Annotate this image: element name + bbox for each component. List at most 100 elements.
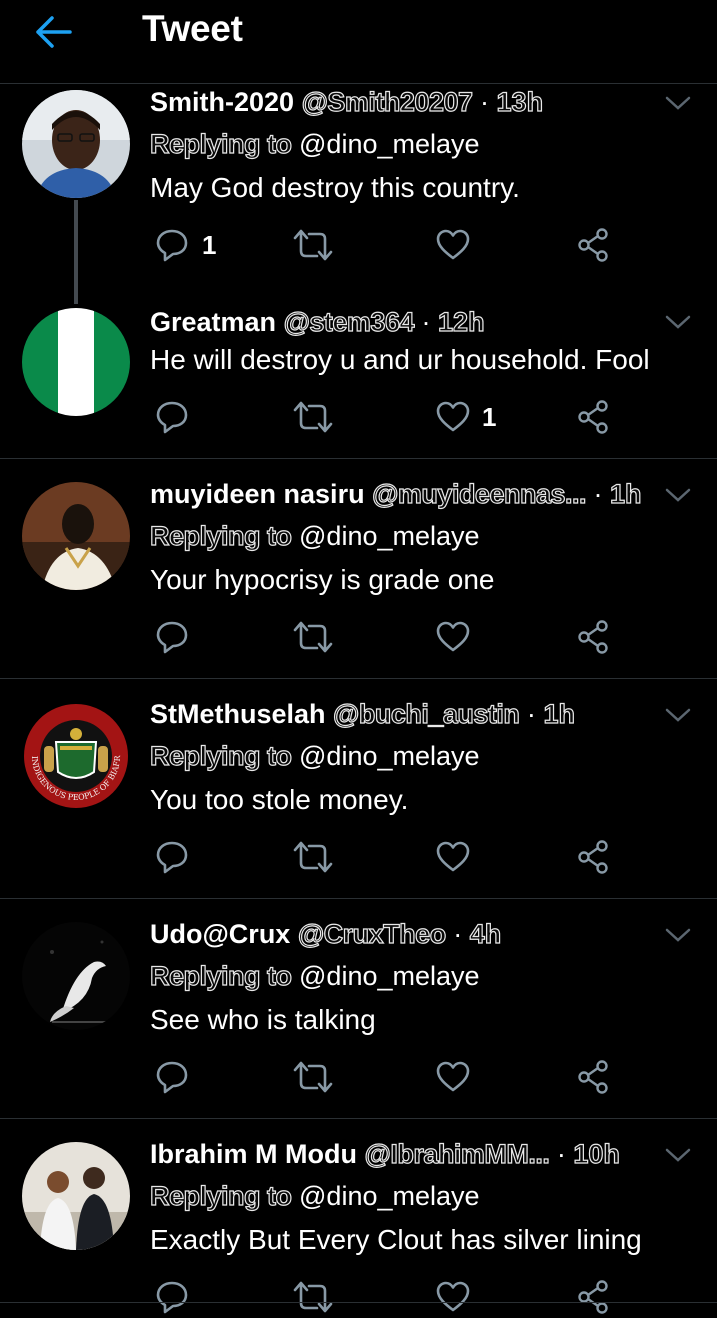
share-button[interactable] bbox=[576, 619, 610, 655]
share-icon bbox=[578, 620, 608, 654]
replying-to-handle[interactable]: @dino_melaye bbox=[299, 1181, 480, 1211]
user-handle[interactable]: @buchi_austin bbox=[332, 698, 520, 729]
separator-dot: · bbox=[480, 87, 490, 117]
tweet-text: He will destroy u and ur household. Fool bbox=[150, 344, 650, 375]
share-button[interactable] bbox=[576, 1279, 610, 1315]
like-button[interactable] bbox=[435, 839, 471, 875]
replying-to-handle[interactable]: @dino_melaye bbox=[299, 521, 480, 551]
replying-to: Replying to @dino_melaye bbox=[149, 959, 480, 993]
reply-icon bbox=[156, 1061, 188, 1094]
replying-to-label: Replying to bbox=[149, 960, 292, 991]
like-count: 1 bbox=[482, 402, 497, 432]
replying-to: Replying to @dino_melaye bbox=[149, 519, 480, 553]
tweet-text: May God destroy this country. bbox=[150, 172, 520, 203]
divider bbox=[0, 898, 717, 899]
reply-icon bbox=[156, 401, 188, 434]
back-arrow-icon[interactable] bbox=[30, 12, 76, 52]
avatar[interactable] bbox=[22, 308, 130, 416]
replying-to-handle[interactable]: @dino_melaye bbox=[299, 741, 480, 771]
tweet-text: Exactly But Every Clout has silver linin… bbox=[150, 1224, 642, 1255]
share-button[interactable] bbox=[576, 399, 610, 435]
replying-to: Replying to @dino_melaye bbox=[149, 127, 480, 161]
user-handle[interactable]: @stem364 bbox=[283, 306, 415, 337]
display-name[interactable]: Greatman bbox=[150, 307, 276, 337]
heart-icon bbox=[436, 1281, 470, 1312]
heart-icon bbox=[436, 229, 470, 260]
display-name[interactable]: Smith-2020 bbox=[150, 87, 294, 117]
replying-to-handle[interactable]: @dino_melaye bbox=[299, 129, 480, 159]
timestamp: 1h bbox=[609, 478, 642, 509]
avatar[interactable]: INDIGENOUS PEOPLE OF BIAFRA bbox=[22, 702, 130, 810]
chevron-down-icon[interactable] bbox=[664, 706, 692, 724]
reply-icon bbox=[156, 841, 188, 874]
reply-button[interactable] bbox=[155, 399, 189, 435]
separator-dot: · bbox=[421, 307, 431, 337]
tweet-text: Your hypocrisy is grade one bbox=[150, 564, 495, 595]
share-icon bbox=[578, 1280, 608, 1314]
replying-to-handle[interactable]: @dino_melaye bbox=[299, 961, 480, 991]
share-icon bbox=[578, 1060, 608, 1094]
retweet-icon bbox=[293, 229, 333, 261]
like-button[interactable] bbox=[435, 619, 471, 655]
timestamp: 13h bbox=[496, 86, 544, 117]
chevron-down-icon[interactable] bbox=[664, 926, 692, 944]
share-icon bbox=[578, 400, 608, 434]
heart-icon bbox=[436, 841, 470, 872]
reply-button[interactable] bbox=[155, 839, 189, 875]
avatar[interactable] bbox=[22, 1142, 130, 1250]
separator-dot: · bbox=[526, 699, 536, 729]
retweet-button[interactable] bbox=[293, 1059, 333, 1095]
reply-button[interactable] bbox=[155, 1059, 189, 1095]
tweet-meta: Greatman @stem364 · 12h bbox=[150, 305, 485, 339]
display-name[interactable]: StMethuselah bbox=[150, 699, 326, 729]
like-button[interactable] bbox=[435, 399, 471, 435]
chevron-down-icon[interactable] bbox=[664, 1146, 692, 1164]
retweet-icon bbox=[293, 1061, 333, 1093]
reply-button[interactable] bbox=[155, 619, 189, 655]
replying-to: Replying to @dino_melaye bbox=[149, 739, 480, 773]
avatar[interactable] bbox=[22, 922, 130, 1030]
heart-icon bbox=[436, 621, 470, 652]
retweet-button[interactable] bbox=[293, 619, 333, 655]
replying-to-label: Replying to bbox=[149, 1180, 292, 1211]
like-button[interactable] bbox=[435, 1059, 471, 1095]
display-name[interactable]: Ibrahim M Modu bbox=[150, 1139, 357, 1169]
replying-to-label: Replying to bbox=[149, 520, 292, 551]
thread-connector bbox=[74, 200, 78, 304]
tweet-text: You too stole money. bbox=[150, 784, 409, 815]
retweet-icon bbox=[293, 401, 333, 433]
like-button[interactable] bbox=[435, 227, 471, 263]
tweet-meta: Udo@Crux @CruxTheo · 4h bbox=[150, 917, 502, 951]
retweet-button[interactable] bbox=[293, 399, 333, 435]
display-name[interactable]: muyideen nasiru bbox=[150, 479, 365, 509]
retweet-icon bbox=[293, 1281, 333, 1313]
display-name[interactable]: Udo@Crux bbox=[150, 919, 290, 949]
avatar[interactable] bbox=[22, 482, 130, 590]
retweet-icon bbox=[293, 621, 333, 653]
reply-button[interactable] bbox=[155, 1279, 189, 1315]
avatar[interactable] bbox=[22, 90, 130, 198]
retweet-button[interactable] bbox=[293, 227, 333, 263]
heart-icon bbox=[436, 401, 470, 432]
chevron-down-icon[interactable] bbox=[664, 313, 692, 331]
user-handle[interactable]: @muyideennas... bbox=[371, 478, 587, 509]
timestamp: 12h bbox=[437, 306, 485, 337]
like-button[interactable] bbox=[435, 1279, 471, 1315]
retweet-button[interactable] bbox=[293, 1279, 333, 1315]
retweet-icon bbox=[293, 841, 333, 873]
chevron-down-icon[interactable] bbox=[664, 486, 692, 504]
replying-to-label: Replying to bbox=[149, 128, 292, 159]
user-handle[interactable]: @IbrahimMM... bbox=[364, 1138, 551, 1169]
tweet-meta: muyideen nasiru @muyideennas... · 1h bbox=[150, 477, 642, 511]
share-button[interactable] bbox=[576, 1059, 610, 1095]
page-title: Tweet bbox=[142, 8, 243, 49]
user-handle[interactable]: @CruxTheo bbox=[297, 918, 447, 949]
chevron-down-icon[interactable] bbox=[664, 94, 692, 112]
share-button[interactable] bbox=[576, 839, 610, 875]
user-handle[interactable]: @Smith20207 bbox=[301, 86, 474, 117]
tweet-meta: Ibrahim M Modu @IbrahimMM... · 10h bbox=[150, 1137, 621, 1171]
reply-icon bbox=[156, 621, 188, 654]
share-button[interactable] bbox=[576, 227, 610, 263]
retweet-button[interactable] bbox=[293, 839, 333, 875]
reply-button[interactable] bbox=[155, 227, 189, 263]
